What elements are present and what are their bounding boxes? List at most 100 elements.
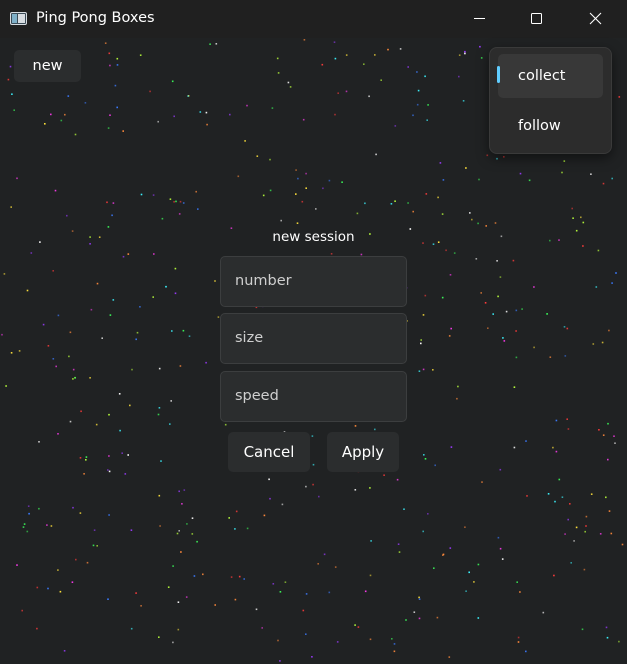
particle xyxy=(36,586,39,589)
number-field[interactable]: number xyxy=(220,256,407,307)
minimize-button[interactable] xyxy=(452,0,508,38)
particle xyxy=(268,478,270,481)
particle xyxy=(317,563,319,565)
particle xyxy=(380,79,382,81)
particle xyxy=(183,489,186,491)
speed-field[interactable]: speed xyxy=(220,371,407,422)
particle xyxy=(169,198,172,200)
particle xyxy=(188,335,191,337)
particle xyxy=(5,385,7,387)
particle xyxy=(205,111,208,114)
particle xyxy=(403,508,405,510)
menu-item-follow[interactable]: follow xyxy=(498,104,603,148)
particle xyxy=(158,636,160,638)
session-heading: new session xyxy=(272,229,355,245)
particle xyxy=(109,114,111,116)
particle xyxy=(177,601,180,603)
particle xyxy=(305,593,308,595)
particle xyxy=(519,591,521,593)
close-button[interactable] xyxy=(566,0,622,38)
particle xyxy=(573,540,575,542)
particle xyxy=(130,627,133,630)
particle xyxy=(412,210,414,213)
particle xyxy=(369,638,372,641)
maximize-button[interactable] xyxy=(508,0,564,38)
particle xyxy=(85,459,87,461)
particle xyxy=(139,54,142,56)
particle xyxy=(38,441,40,443)
particle xyxy=(441,213,444,215)
particle xyxy=(417,89,420,92)
particle xyxy=(280,219,282,222)
particle xyxy=(605,496,607,499)
particle xyxy=(158,494,161,497)
particle xyxy=(375,153,377,156)
particle xyxy=(158,407,161,409)
particle xyxy=(67,95,70,97)
particle xyxy=(114,84,117,87)
particle xyxy=(399,48,402,50)
particle xyxy=(75,558,77,561)
particle xyxy=(176,532,179,535)
apply-button[interactable]: Apply xyxy=(327,432,399,472)
particle xyxy=(261,627,263,629)
particle xyxy=(3,273,6,275)
particle xyxy=(26,289,29,292)
particle xyxy=(238,575,241,578)
particle xyxy=(422,314,425,316)
particle xyxy=(235,510,238,513)
particle xyxy=(569,503,571,505)
particle xyxy=(608,329,610,332)
particle xyxy=(345,90,348,93)
particle xyxy=(1,333,3,336)
particle xyxy=(199,111,202,113)
particle xyxy=(354,624,356,626)
particle xyxy=(465,167,467,169)
particle xyxy=(303,39,306,41)
cancel-button[interactable]: Cancel xyxy=(228,432,310,472)
particle xyxy=(127,253,130,255)
particle xyxy=(598,429,600,431)
particle xyxy=(462,100,465,102)
size-field[interactable]: size xyxy=(220,313,407,364)
particle xyxy=(418,596,420,599)
particle xyxy=(425,193,428,195)
menu-item-collect[interactable]: collect xyxy=(498,54,603,98)
particle xyxy=(52,358,55,360)
particle xyxy=(196,540,198,543)
particle xyxy=(322,187,324,190)
particle xyxy=(499,468,502,471)
particle xyxy=(127,454,129,456)
particle xyxy=(131,368,133,371)
particle xyxy=(424,294,427,297)
particle xyxy=(464,52,466,55)
particle xyxy=(442,179,445,181)
particle xyxy=(83,473,85,475)
particle xyxy=(605,626,608,629)
particle xyxy=(341,181,343,183)
particle xyxy=(450,446,453,448)
particle xyxy=(465,590,467,592)
particle xyxy=(606,636,609,639)
particle xyxy=(513,386,516,388)
particle xyxy=(521,308,523,310)
particle xyxy=(262,194,265,197)
particle xyxy=(74,377,76,379)
particle xyxy=(228,517,230,519)
new-button[interactable]: new xyxy=(14,50,81,82)
particle xyxy=(109,314,112,316)
particle xyxy=(139,306,141,308)
particle xyxy=(214,604,216,606)
particle xyxy=(311,435,314,437)
particle xyxy=(468,571,470,574)
particle xyxy=(575,526,578,529)
particle xyxy=(92,544,95,547)
particle xyxy=(464,50,466,53)
particle xyxy=(418,370,421,372)
particle xyxy=(244,140,246,142)
particle xyxy=(354,425,357,427)
particle xyxy=(585,525,587,527)
particle xyxy=(9,65,12,68)
particle xyxy=(224,423,227,426)
particle xyxy=(116,64,119,66)
